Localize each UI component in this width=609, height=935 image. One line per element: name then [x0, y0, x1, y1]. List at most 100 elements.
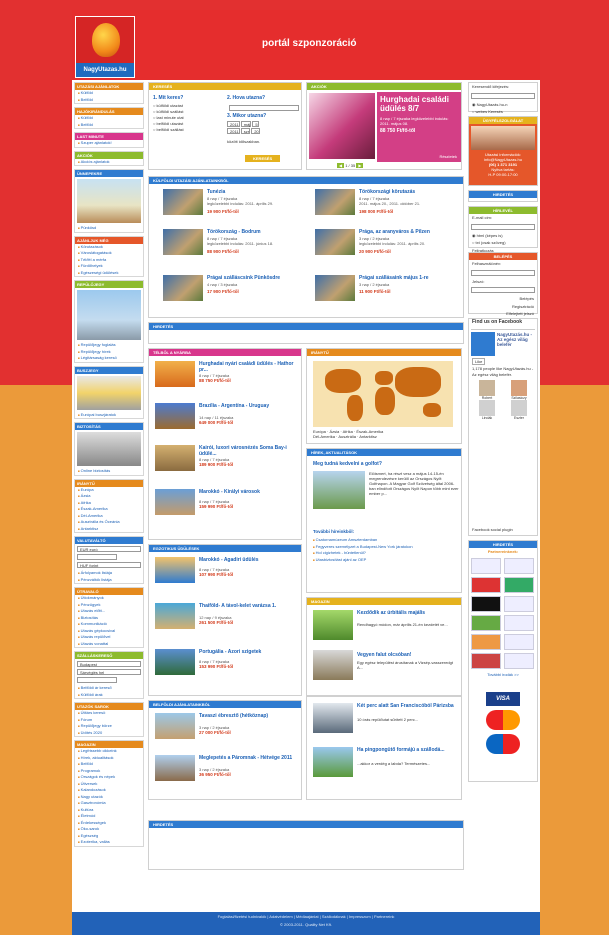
deal-item[interactable]: Tunézia 8 nap / 7 éjszaka legközelebbi ind… — [163, 189, 313, 219]
currency-to-select[interactable]: HUF forint — [77, 562, 141, 568]
region-link[interactable]: Antarktisz — [359, 434, 377, 439]
next-arrow-icon[interactable]: ▶ — [356, 163, 364, 168]
deal-item[interactable]: Kairói, luxori városnézés Soma Bay-i üdü… — [155, 445, 305, 475]
partner-logo[interactable] — [471, 557, 501, 574]
magazine-title[interactable]: Ha pingpongütő formájú a szállodá... — [357, 747, 457, 753]
fan[interactable]: Lindák — [471, 400, 503, 420]
username-field[interactable] — [471, 269, 535, 276]
radio-option[interactable]: ◉ NagyUtazás.hu-n — [469, 101, 537, 109]
deal-item[interactable]: Portugália - Azori szigetek 8 nap / 7 éjs… — [155, 649, 305, 679]
deal-item[interactable]: Thaiföld- A távol-kelet varázsa 1. 12 nap… — [155, 603, 305, 633]
magazine-title[interactable]: Két perc alatt San Franciscóból Párizsba — [357, 703, 457, 709]
partner-logo[interactable] — [504, 595, 534, 612]
email-field[interactable] — [471, 223, 535, 230]
site-search-input[interactable] — [471, 92, 535, 99]
partner-logo[interactable] — [504, 614, 534, 631]
golf-image[interactable] — [313, 471, 365, 509]
forgot-password-link[interactable]: Elfelejtett jelszó — [469, 310, 537, 318]
magazine-thumbnail[interactable] — [313, 747, 353, 777]
nav-link[interactable]: Belföld — [75, 122, 143, 129]
deal-item[interactable]: Prágai szálláscsink Pünkösdre 4 nap / 3 é… — [163, 275, 313, 305]
partner-logo[interactable] — [471, 595, 501, 612]
bus-image[interactable] — [77, 375, 141, 410]
holiday-image[interactable] — [77, 179, 141, 223]
magazine-title[interactable]: Kezdődik az úrbitális majális — [357, 610, 457, 616]
page-name[interactable]: NagyUtazás.hu - Az egész világ belefér — [495, 332, 535, 356]
nights-select[interactable] — [77, 677, 117, 683]
phone-image[interactable] — [77, 432, 141, 466]
login-button[interactable]: Belépés — [469, 295, 537, 303]
nav-link[interactable]: Pénzváltók listája — [75, 577, 143, 584]
fan[interactable]: Eszter — [503, 400, 535, 420]
nav-link[interactable]: Üdítés 2020 — [75, 730, 143, 737]
nav-link[interactable]: Belföld — [75, 97, 143, 104]
radio-option[interactable]: ○ webes Keresés — [469, 108, 537, 116]
city-select[interactable]: Budapest — [77, 661, 141, 667]
password-field[interactable] — [471, 287, 535, 293]
nav-link[interactable]: Pünkösd — [75, 225, 143, 232]
radio-option[interactable]: ○ txt (csak szöveg) — [469, 239, 537, 247]
radio-option[interactable]: ○ belföldi szállást — [153, 127, 184, 133]
news-headline[interactable]: Meg tudná kedvelni a golfot? — [313, 461, 382, 467]
register-link[interactable]: Regisztráció — [469, 303, 537, 311]
deal-item[interactable]: Brazília - Argentína - Uruguay 14 nap / 1… — [155, 403, 305, 433]
deal-item[interactable]: Tavaszi ébresztő (hétköznap) 3 nap / 2 éj… — [155, 713, 305, 743]
nav-link[interactable]: Akciós ajánlatok — [75, 159, 143, 166]
nav-link[interactable]: Antarktisz — [75, 526, 143, 533]
day-select[interactable]: 5 — [252, 121, 259, 127]
news-link[interactable]: Utasbiztosítást ajánl az OEP — [313, 557, 459, 564]
deal-item[interactable]: Törökországi körutazás 8 nap / 7 éjszaka 2… — [315, 189, 465, 219]
magazine-title[interactable]: Vegyen falut olcsóban! — [357, 652, 457, 658]
nav-link[interactable]: Európai buszjáratok — [75, 412, 143, 419]
currency-from-select[interactable]: EUR euró — [77, 546, 141, 552]
footer-links[interactable]: Foglalási/fizetési tudnivalók | Adatvéde… — [72, 912, 540, 922]
partner-logo[interactable] — [471, 633, 501, 650]
deal-item[interactable]: Marokkó - Királyi városok 8 nap / 7 éjsza… — [155, 489, 305, 519]
region-link[interactable]: Ausztrália — [338, 434, 356, 439]
month-select-2[interactable]: szr — [240, 128, 251, 134]
offer-details-link[interactable]: Részletek — [439, 154, 457, 159]
radio-option[interactable]: ◉ html (képes is) — [469, 232, 537, 240]
magazine-thumbnail[interactable] — [313, 650, 353, 680]
fan[interactable]: Robert — [471, 380, 503, 400]
deal-item[interactable]: Prágai szállásaink május 1-re 3 nap / 2 é… — [315, 275, 465, 305]
destination-select[interactable] — [229, 105, 299, 111]
region-link[interactable]: Dél-Amerika — [313, 434, 335, 439]
partner-logo[interactable] — [471, 652, 501, 669]
nav-link[interactable]: Ezoterika, vallás — [75, 839, 143, 846]
deal-item[interactable]: Törökország - Bodrum 8 nap / 7 éjszaka leg… — [163, 229, 313, 259]
nav-link[interactable]: Egészeségi üdülések — [75, 270, 143, 277]
deal-item[interactable]: Hurghadai nyári családi üdülés - Hathor … — [155, 361, 305, 391]
partner-logo[interactable] — [504, 633, 534, 650]
airplane-image[interactable] — [77, 290, 141, 340]
magazine-thumbnail[interactable] — [313, 703, 353, 733]
world-map[interactable] — [313, 361, 453, 427]
partner-logo[interactable] — [504, 652, 534, 669]
nav-link[interactable]: Külföldi árak — [75, 692, 143, 699]
like-button[interactable]: Like — [469, 357, 537, 366]
fan[interactable]: Szilasiczy — [503, 380, 535, 400]
day-select-2[interactable]: 20 — [251, 128, 260, 134]
nav-link[interactable]: Szuper ajánlatok! — [75, 140, 143, 147]
offer-image[interactable] — [309, 93, 375, 159]
type-select[interactable]: Sárvéglés hel — [77, 669, 141, 675]
deal-item[interactable]: Marokkó - Agadiri üdülés 8 nap / 7 éjszak… — [155, 557, 305, 587]
site-logo[interactable]: NagyUtazas.hu — [75, 16, 135, 78]
page-avatar[interactable] — [471, 331, 495, 356]
nav-link[interactable]: Online biztosítás — [75, 468, 143, 475]
amount-input[interactable] — [77, 554, 117, 560]
magazine-thumbnail[interactable] — [313, 610, 353, 640]
year-select[interactable]: 2011 — [227, 121, 240, 127]
prev-arrow-icon[interactable]: ◀ — [337, 163, 345, 168]
nav-link[interactable]: Utazás vonattal — [75, 641, 143, 648]
month-select[interactable]: máj — [240, 121, 252, 127]
more-agencies-link[interactable]: További irodák >> — [469, 671, 537, 679]
partner-logo[interactable] — [471, 614, 501, 631]
deal-item[interactable]: Meglepetés a Páromnak - Hétvége 2011 3 na… — [155, 755, 305, 785]
offer-title[interactable]: Hurghadai családi üdülés 8/7 — [380, 95, 458, 113]
search-button[interactable]: KERESÉS — [245, 155, 281, 162]
partner-logo[interactable] — [471, 576, 501, 593]
partner-logo[interactable] — [504, 557, 534, 574]
year-select-2[interactable]: 2011 — [227, 128, 240, 134]
partner-logo[interactable] — [504, 576, 534, 593]
